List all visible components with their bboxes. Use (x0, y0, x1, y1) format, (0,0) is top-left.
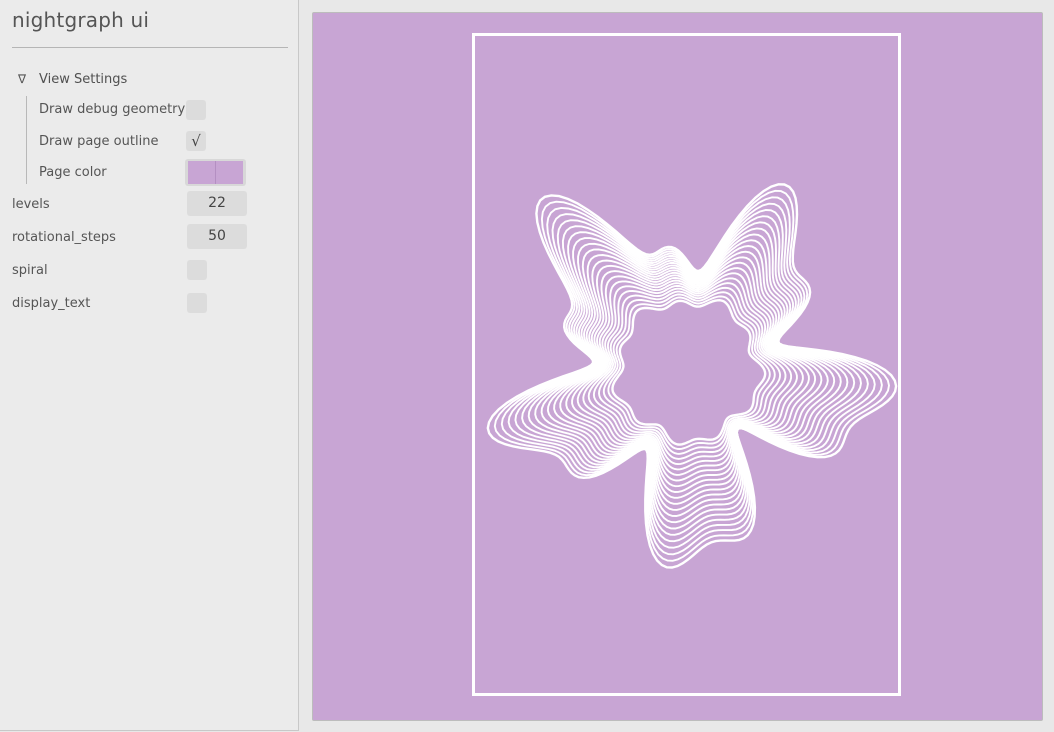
spiral-checkbox[interactable] (187, 260, 207, 280)
draw-debug-geometry-label: Draw debug geometry (39, 102, 186, 117)
display-text-label: display_text (12, 296, 91, 311)
view-settings-label: View Settings (39, 71, 128, 87)
draw-page-outline-label: Draw page outline (39, 134, 159, 149)
spiral-label: spiral (12, 263, 48, 278)
swatch-divider (215, 161, 216, 184)
display-text-checkbox[interactable] (187, 293, 207, 313)
sidebar-panel: nightgraph ui ∇ View Settings Draw debug… (0, 0, 299, 731)
view-settings-header[interactable]: ∇ View Settings (18, 70, 127, 88)
draw-debug-geometry-checkbox[interactable] (186, 100, 206, 120)
levels-label: levels (12, 197, 50, 212)
wavy-rings-artwork (486, 183, 898, 569)
rotational-steps-input[interactable]: 50 (187, 224, 247, 249)
triangle-down-icon: ∇ (18, 72, 27, 86)
canvas-viewport[interactable] (312, 12, 1043, 721)
checkmark-icon: √ (191, 132, 201, 150)
levels-input[interactable]: 22 (187, 191, 247, 216)
rotational-steps-label: rotational_steps (12, 230, 116, 245)
draw-page-outline-checkbox[interactable]: √ (186, 131, 206, 151)
title-divider (12, 47, 288, 48)
app-title: nightgraph ui (12, 8, 150, 32)
tree-indent-line (26, 96, 27, 184)
page-color-label: Page color (39, 165, 107, 180)
